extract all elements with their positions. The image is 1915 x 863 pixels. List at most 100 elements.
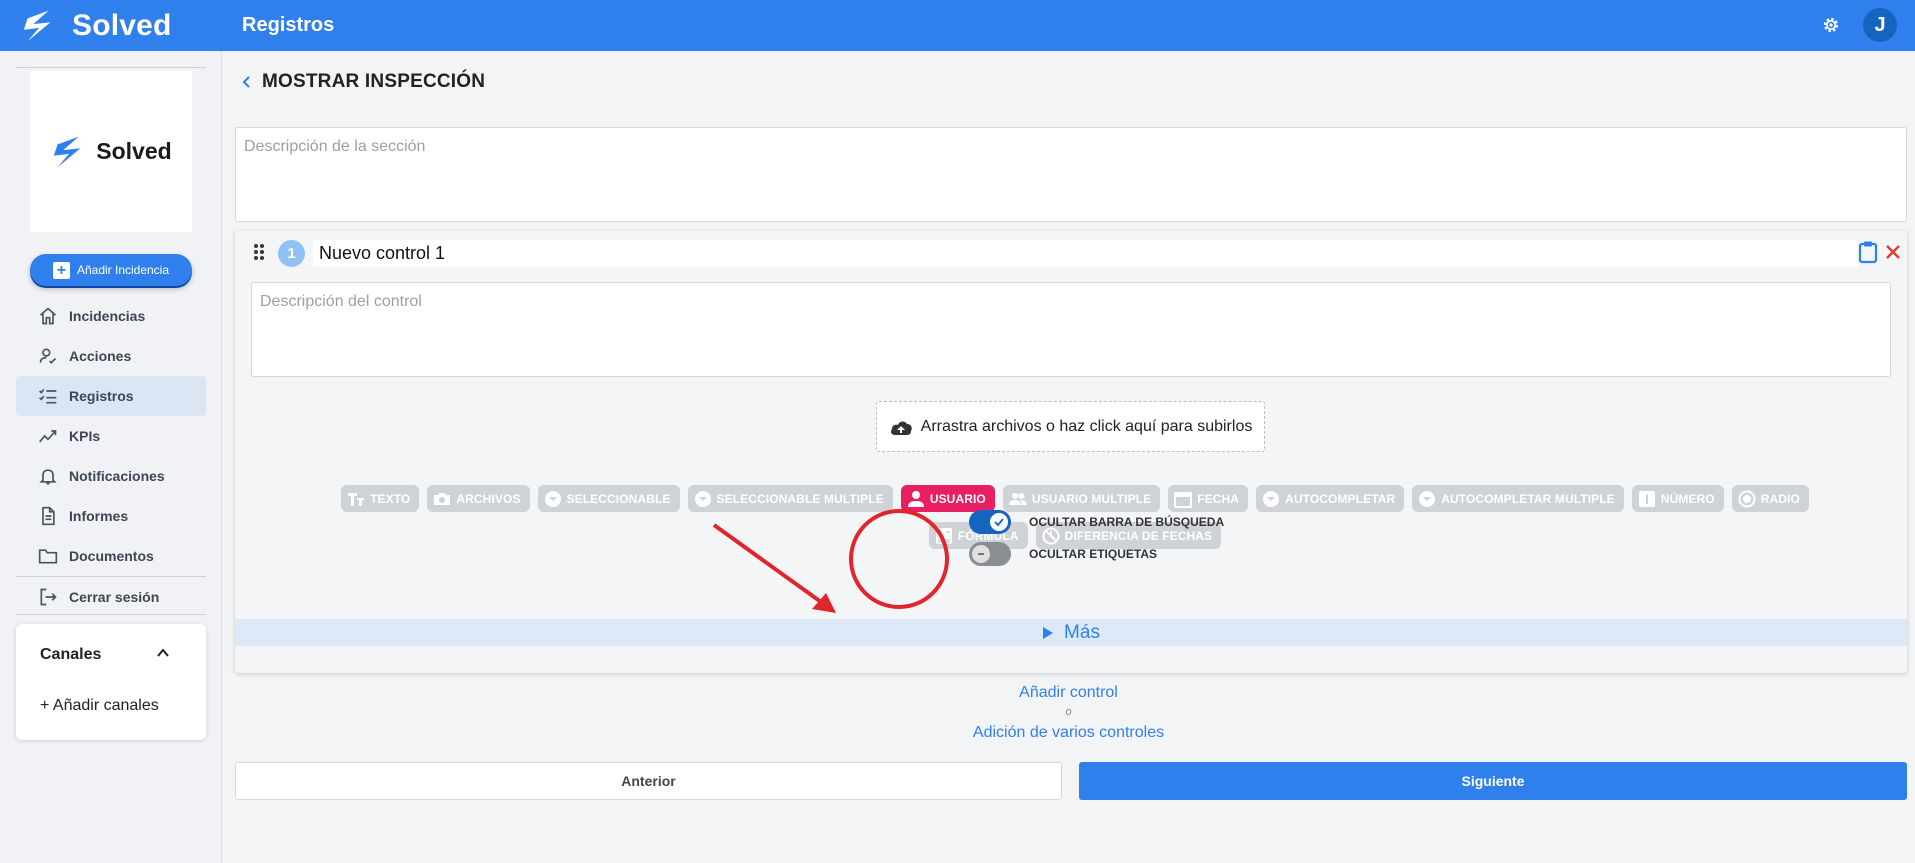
hide-search-toggle[interactable] bbox=[969, 510, 1011, 534]
add-multiple-controls-link[interactable]: Adición de varios controles bbox=[222, 724, 1915, 742]
sidebar-item-notificaciones[interactable]: Notificaciones bbox=[16, 456, 206, 496]
type-chip-autocompletar-multiple[interactable]: AUTOCOMPLETAR MULTIPLE bbox=[1412, 485, 1624, 512]
sidebar-nav: Incidencias Acciones Registros KPIs Noti… bbox=[16, 296, 206, 617]
sidebar-item-informes[interactable]: Informes bbox=[16, 496, 206, 536]
home-icon bbox=[39, 307, 57, 325]
sidebar: Solved + Añadir Incidencia Incidencias A… bbox=[0, 51, 222, 863]
add-incidencia-button[interactable]: + Añadir Incidencia bbox=[30, 254, 192, 286]
calendar-icon bbox=[1174, 491, 1193, 508]
sidebar-item-documentos[interactable]: Documentos bbox=[16, 536, 206, 576]
sidebar-divider bbox=[16, 576, 206, 577]
add-channels-link[interactable]: + Añadir canales bbox=[40, 697, 159, 715]
type-chip-label: SELECCIONABLE MULTIPLE bbox=[716, 491, 884, 506]
sidebar-divider bbox=[16, 614, 206, 615]
dropzone-text: Arrastra archivos o haz click aquí para … bbox=[920, 417, 1253, 435]
hide-labels-toggle[interactable] bbox=[969, 542, 1011, 566]
toggle-label: OCULTAR ETIQUETAS bbox=[1029, 547, 1157, 561]
type-chip-usuario[interactable]: USUARIO bbox=[900, 485, 995, 512]
toggle-hide-labels: OCULTAR ETIQUETAS bbox=[969, 542, 1157, 566]
top-bar: Solved Registros J bbox=[0, 0, 1915, 51]
check-icon bbox=[994, 518, 1004, 527]
type-chip-usuario-multiple[interactable]: USUARIO MULTIPLE bbox=[1002, 485, 1161, 512]
section-description-input[interactable] bbox=[235, 127, 1907, 222]
brand[interactable]: Solved bbox=[0, 7, 222, 45]
sidebar-item-registros[interactable]: Registros bbox=[16, 376, 206, 416]
dropdown-icon bbox=[694, 490, 711, 507]
type-chip-label: FECHA bbox=[1197, 491, 1240, 506]
type-chip-label: NÚMERO bbox=[1660, 491, 1715, 506]
page-header: MOSTRAR INSPECCIÓN bbox=[240, 71, 485, 93]
drag-handle-icon[interactable] bbox=[253, 243, 265, 261]
type-chip-numero[interactable]: NÚMERO bbox=[1631, 485, 1724, 512]
solved-logo-icon bbox=[23, 10, 51, 41]
previous-button[interactable]: Anterior bbox=[235, 762, 1062, 800]
type-chip-fecha[interactable]: FECHA bbox=[1168, 485, 1249, 512]
formula-icon bbox=[935, 527, 952, 544]
chevron-up-icon[interactable] bbox=[156, 646, 170, 660]
camera-icon bbox=[434, 492, 451, 505]
avatar[interactable]: J bbox=[1863, 8, 1897, 42]
user-icon bbox=[907, 490, 924, 507]
sidebar-item-label: Incidencias bbox=[69, 308, 146, 324]
sidebar-item-label: Registros bbox=[69, 388, 134, 404]
document-icon bbox=[42, 506, 55, 526]
type-chip-autocompletar[interactable]: AUTOCOMPLETAR bbox=[1256, 485, 1405, 512]
chevron-left-icon[interactable] bbox=[240, 75, 254, 89]
type-chip-label: SELECCIONABLE bbox=[566, 491, 671, 506]
toggle-hide-search: OCULTAR BARRA DE BÚSQUEDA bbox=[969, 510, 1224, 534]
type-chip-label: RADIO bbox=[1760, 491, 1800, 506]
number-icon bbox=[1638, 490, 1655, 507]
trend-icon bbox=[39, 430, 57, 443]
solved-logo-icon bbox=[54, 136, 81, 167]
page-title: MOSTRAR INSPECCIÓN bbox=[262, 71, 486, 92]
type-chip-seleccionable-multiple[interactable]: SELECCIONABLE MULTIPLE bbox=[687, 485, 893, 512]
logout-icon bbox=[40, 588, 57, 606]
plus-icon: + bbox=[52, 261, 70, 279]
sidebar-item-label: Acciones bbox=[69, 348, 132, 364]
main-content: MOSTRAR INSPECCIÓN 1 Arrastra archivos o… bbox=[222, 51, 1915, 863]
close-icon[interactable] bbox=[1884, 243, 1902, 261]
type-chip-seleccionable[interactable]: SELECCIONABLE bbox=[537, 485, 680, 512]
more-options-bar[interactable]: Más bbox=[235, 619, 1907, 646]
minus-icon bbox=[978, 553, 984, 555]
type-chip-label: USUARIO bbox=[929, 491, 986, 506]
sidebar-item-acciones[interactable]: Acciones bbox=[16, 336, 206, 376]
type-chip-radio[interactable]: RADIO bbox=[1731, 485, 1809, 512]
brand-name: Solved bbox=[72, 8, 172, 42]
sidebar-item-label: Cerrar sesión bbox=[69, 589, 160, 605]
company-logo: Solved bbox=[30, 71, 192, 232]
control-title-input[interactable] bbox=[313, 240, 1858, 267]
add-incidencia-label: Añadir Incidencia bbox=[76, 263, 170, 277]
logo-text: Solved bbox=[96, 138, 172, 164]
control-description-input[interactable] bbox=[251, 282, 1891, 377]
add-control-link[interactable]: Añadir control bbox=[222, 684, 1915, 702]
sidebar-item-kpis[interactable]: KPIs bbox=[16, 416, 206, 456]
page-section-title: Registros bbox=[242, 14, 335, 36]
gear-icon[interactable] bbox=[1821, 15, 1841, 35]
sidebar-item-incidencias[interactable]: Incidencias bbox=[16, 296, 206, 336]
clipboard-icon[interactable] bbox=[1857, 240, 1879, 264]
file-dropzone[interactable]: Arrastra archivos o haz click aquí para … bbox=[876, 401, 1265, 452]
cloud-upload-icon bbox=[890, 420, 912, 435]
or-separator: o bbox=[1065, 706, 1072, 718]
type-chip-label: AUTOCOMPLETAR MULTIPLE bbox=[1441, 491, 1615, 506]
type-chip-label: TEXTO bbox=[370, 491, 411, 506]
dropdown-icon bbox=[1419, 490, 1436, 507]
dropdown-icon bbox=[1263, 490, 1280, 507]
control-card: 1 Arrastra archivos o haz click aquí par… bbox=[235, 231, 1907, 673]
text-icon bbox=[348, 492, 365, 506]
play-triangle-icon bbox=[1043, 626, 1054, 639]
sidebar-item-label: Notificaciones bbox=[69, 468, 165, 484]
type-chip-label: AUTOCOMPLETAR bbox=[1285, 491, 1396, 506]
folder-icon bbox=[38, 549, 58, 564]
dropdown-icon bbox=[544, 490, 561, 507]
checklist-icon bbox=[39, 388, 57, 404]
user-check-icon bbox=[39, 348, 57, 364]
radio-icon bbox=[1738, 490, 1756, 507]
type-chip-texto[interactable]: TEXTO bbox=[341, 485, 420, 512]
next-button[interactable]: Siguiente bbox=[1079, 762, 1907, 800]
type-chip-label: ARCHIVOS bbox=[456, 491, 521, 506]
sidebar-item-label: KPIs bbox=[69, 428, 101, 444]
sidebar-item-cerrar-sesion[interactable]: Cerrar sesión bbox=[16, 577, 206, 617]
type-chip-archivos[interactable]: ARCHIVOS bbox=[427, 485, 530, 512]
